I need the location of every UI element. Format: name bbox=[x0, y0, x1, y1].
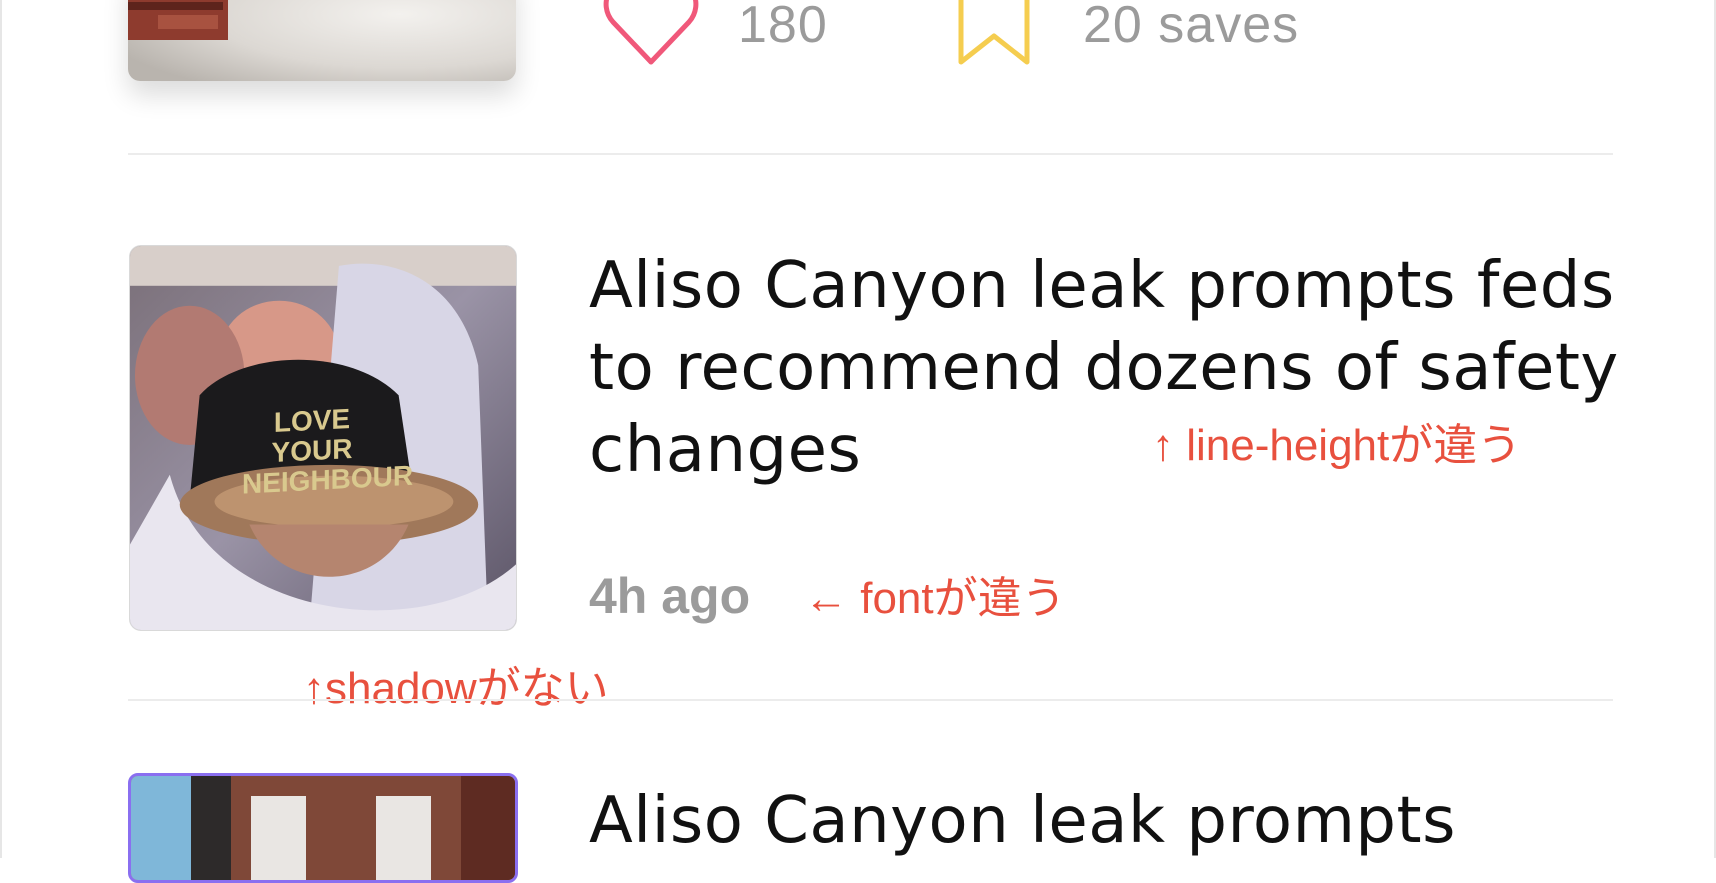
article-thumbnail[interactable]: LOVE YOUR NEIGHBOUR bbox=[129, 245, 517, 631]
save-count: 20 saves bbox=[1083, 0, 1300, 54]
annotation-line-height: ↑ line-heightが違う bbox=[1152, 421, 1522, 470]
article-title[interactable]: Aliso Canyon leak prompts bbox=[589, 780, 1619, 862]
article-thumbnail[interactable] bbox=[128, 0, 516, 81]
heart-outline-icon[interactable] bbox=[603, 0, 699, 66]
list-divider bbox=[128, 153, 1613, 155]
like-count: 180 bbox=[738, 0, 828, 54]
thumbnail-cap-text: LOVE YOUR NEIGHBOUR bbox=[242, 403, 414, 500]
thumbnail-image bbox=[128, 0, 516, 81]
article-thumbnail-selected[interactable] bbox=[128, 773, 518, 883]
annotation-font: ← fontが違う bbox=[804, 574, 1066, 623]
bookmark-outline-icon[interactable] bbox=[958, 0, 1030, 66]
frame-left-edge bbox=[0, 0, 2, 858]
annotation-shadow: ↑shadowがない bbox=[303, 664, 609, 713]
list-divider bbox=[128, 699, 1613, 701]
thumbnail-image bbox=[131, 776, 515, 880]
article-time: 4h ago bbox=[589, 568, 751, 624]
